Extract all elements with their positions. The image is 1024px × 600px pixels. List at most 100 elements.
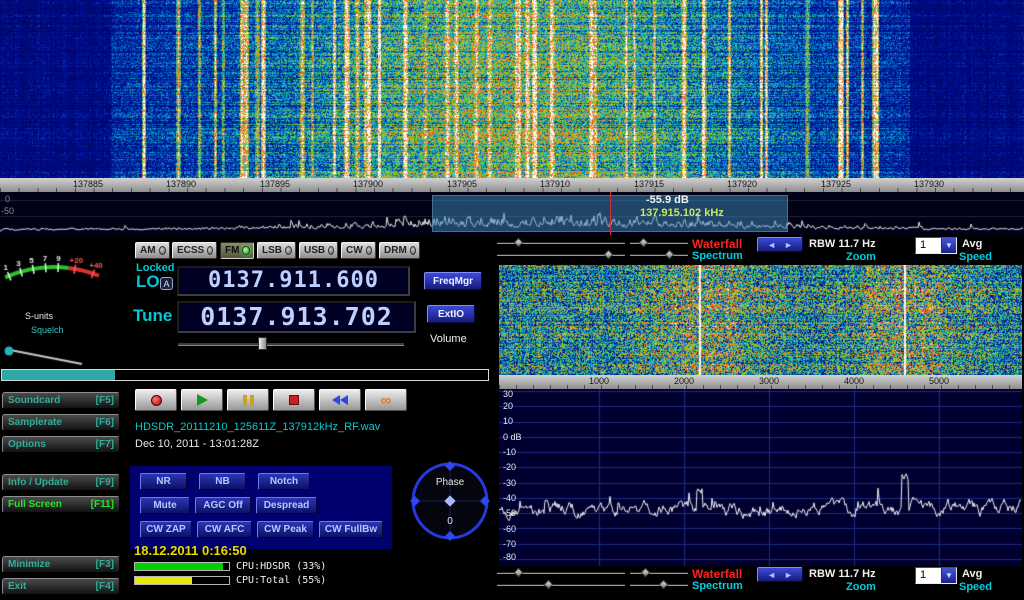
tune-frequency-display[interactable]: 0137.913.702 bbox=[177, 301, 416, 333]
stop-button[interactable] bbox=[273, 389, 315, 411]
mini-spectrum-panel[interactable]: 0 -50 -55.9 dB 137.915.102 kHz bbox=[0, 192, 1024, 235]
despread-button[interactable]: Despread bbox=[256, 497, 317, 514]
mode-lsb-button[interactable]: LSB bbox=[257, 242, 296, 259]
mini-axis-minus50: -50 bbox=[1, 206, 14, 216]
wav-filename: HDSDR_20111210_125611Z_137912kHz_RF.wav bbox=[135, 421, 380, 433]
avg-dropdown-bottom[interactable]: 1 ▼ bbox=[915, 567, 957, 584]
phase-label: Phase bbox=[408, 477, 492, 488]
dropdown-arrow-icon[interactable]: ▼ bbox=[941, 568, 956, 583]
db-tick-label: 20 bbox=[503, 401, 513, 411]
waterfall-tab-bottom[interactable]: Waterfall bbox=[692, 567, 742, 581]
samplerate-button[interactable]: Samplerate[F6] bbox=[2, 414, 120, 431]
spectrum-offset-slider[interactable] bbox=[630, 250, 688, 259]
waterfall-offset-slider-bottom[interactable] bbox=[630, 568, 688, 577]
tune-label: Tune bbox=[133, 306, 172, 326]
zoom-spectrum-panel[interactable]: 30 20 10 0 dB -10 -20 -30 -40 -50 -60 -7… bbox=[499, 389, 1022, 566]
minimize-button[interactable]: Minimize[F3] bbox=[2, 556, 120, 573]
soundcard-button[interactable]: Soundcard[F5] bbox=[2, 392, 120, 409]
tune-cursor-line bbox=[610, 192, 611, 235]
lo-a-badge[interactable]: A bbox=[160, 277, 173, 290]
hdsdr-app-window: 137885 137890 137895 137900 137905 13791… bbox=[0, 0, 1024, 600]
mode-label: LSB bbox=[262, 245, 282, 256]
slider-thumb[interactable] bbox=[514, 238, 524, 248]
volume-slider[interactable] bbox=[178, 337, 404, 350]
waterfall-tab[interactable]: Waterfall bbox=[692, 237, 742, 251]
zoom-waterfall[interactable] bbox=[499, 265, 1022, 375]
avg-value: 1 bbox=[916, 568, 941, 583]
scroll-right-icon[interactable]: ► bbox=[784, 240, 793, 250]
cw-zap-button[interactable]: CW ZAP bbox=[140, 521, 192, 538]
lo-frequency-display[interactable]: 0137.911.600 bbox=[177, 266, 410, 296]
nr-button[interactable]: NR bbox=[140, 473, 187, 490]
main-waterfall[interactable] bbox=[0, 0, 1024, 178]
options-button[interactable]: Options[F7] bbox=[2, 436, 120, 453]
spectrum-gain-slider[interactable] bbox=[497, 250, 625, 259]
cw-fullbw-button[interactable]: CW FullBw bbox=[319, 521, 383, 538]
mode-ecss-button[interactable]: ECSS bbox=[172, 242, 217, 259]
db-tick-label: -70 bbox=[503, 539, 516, 549]
volume-thumb[interactable] bbox=[258, 337, 267, 350]
record-button[interactable] bbox=[135, 389, 177, 411]
loop-button[interactable]: ∞ bbox=[365, 389, 407, 411]
pause-icon bbox=[243, 395, 254, 406]
slider-thumb[interactable] bbox=[604, 250, 614, 260]
mute-button[interactable]: Mute bbox=[140, 497, 190, 514]
slider-thumb[interactable] bbox=[659, 580, 669, 590]
zoom-frequency-scale[interactable]: 1000 2000 3000 4000 5000 bbox=[499, 375, 1022, 389]
rewind-button[interactable] bbox=[319, 389, 361, 411]
spectrum-gain-slider-bottom[interactable] bbox=[497, 580, 625, 589]
squelch-label: Squelch bbox=[31, 325, 64, 335]
freqmgr-button[interactable]: FreqMgr bbox=[424, 272, 482, 290]
waterfall-contrast-slider-bottom[interactable] bbox=[497, 568, 625, 577]
button-key: [F5] bbox=[96, 395, 114, 406]
play-button[interactable] bbox=[181, 389, 223, 411]
db-tick-label: -80 bbox=[503, 552, 516, 562]
band-scroll-control-bottom[interactable]: ◄ ► bbox=[757, 567, 803, 582]
phase-value: 0 bbox=[408, 516, 492, 527]
slider-thumb[interactable] bbox=[639, 238, 649, 248]
agc-off-button[interactable]: AGC Off bbox=[195, 497, 251, 514]
mode-fm-button[interactable]: FM bbox=[220, 242, 254, 259]
fullscreen-button[interactable]: Full Screen[F11] bbox=[2, 496, 120, 513]
slider-thumb[interactable] bbox=[544, 580, 554, 590]
waterfall-offset-slider[interactable] bbox=[630, 238, 688, 247]
cw-afc-button[interactable]: CW AFC bbox=[197, 521, 252, 538]
dropdown-arrow-icon[interactable]: ▼ bbox=[941, 238, 956, 253]
db-tick-label: -10 bbox=[503, 447, 516, 457]
spectrum-tab-bottom[interactable]: Spectrum bbox=[692, 580, 743, 592]
mode-led-icon bbox=[328, 246, 334, 255]
mode-label: AM bbox=[140, 245, 156, 256]
slider-thumb[interactable] bbox=[641, 568, 651, 578]
slider-thumb[interactable] bbox=[665, 250, 675, 260]
notch-button[interactable]: Notch bbox=[258, 473, 310, 490]
mode-label: ECSS bbox=[177, 245, 204, 256]
cw-peak-button[interactable]: CW Peak bbox=[257, 521, 314, 538]
pause-button[interactable] bbox=[227, 389, 269, 411]
mode-led-icon bbox=[242, 246, 250, 255]
mode-am-button[interactable]: AM bbox=[135, 242, 170, 259]
control-panel: S-units Squelch Soundcard[F5] Samplerate… bbox=[0, 235, 1024, 600]
db-tick-label: 30 bbox=[503, 389, 513, 399]
nb-button[interactable]: NB bbox=[199, 473, 246, 490]
slider-track bbox=[497, 584, 625, 586]
mode-drm-button[interactable]: DRM bbox=[379, 242, 420, 259]
main-frequency-scale[interactable]: 137885 137890 137895 137900 137905 13791… bbox=[0, 178, 1024, 192]
rbw-label-bottom: RBW 11.7 Hz bbox=[809, 568, 876, 580]
info-update-button[interactable]: Info / Update[F9] bbox=[2, 474, 120, 491]
spectrum-tab[interactable]: Spectrum bbox=[692, 250, 743, 262]
exit-button[interactable]: Exit[F4] bbox=[2, 578, 120, 595]
avg-dropdown[interactable]: 1 ▼ bbox=[915, 237, 957, 254]
mode-cw-button[interactable]: CW bbox=[341, 242, 376, 259]
mode-usb-button[interactable]: USB bbox=[299, 242, 338, 259]
s-meter[interactable]: S-units Squelch bbox=[2, 237, 106, 367]
zoom-spectrum-canvas[interactable] bbox=[499, 389, 1022, 566]
band-scroll-control[interactable]: ◄ ► bbox=[757, 237, 803, 252]
extio-button[interactable]: ExtIO bbox=[427, 305, 475, 323]
spectrum-offset-slider-bottom[interactable] bbox=[630, 580, 688, 589]
scroll-left-icon[interactable]: ◄ bbox=[767, 570, 776, 580]
scroll-right-icon[interactable]: ► bbox=[784, 570, 793, 580]
slider-thumb[interactable] bbox=[514, 568, 524, 578]
waterfall-contrast-slider[interactable] bbox=[497, 238, 625, 247]
scroll-left-icon[interactable]: ◄ bbox=[767, 240, 776, 250]
record-icon bbox=[151, 395, 162, 406]
